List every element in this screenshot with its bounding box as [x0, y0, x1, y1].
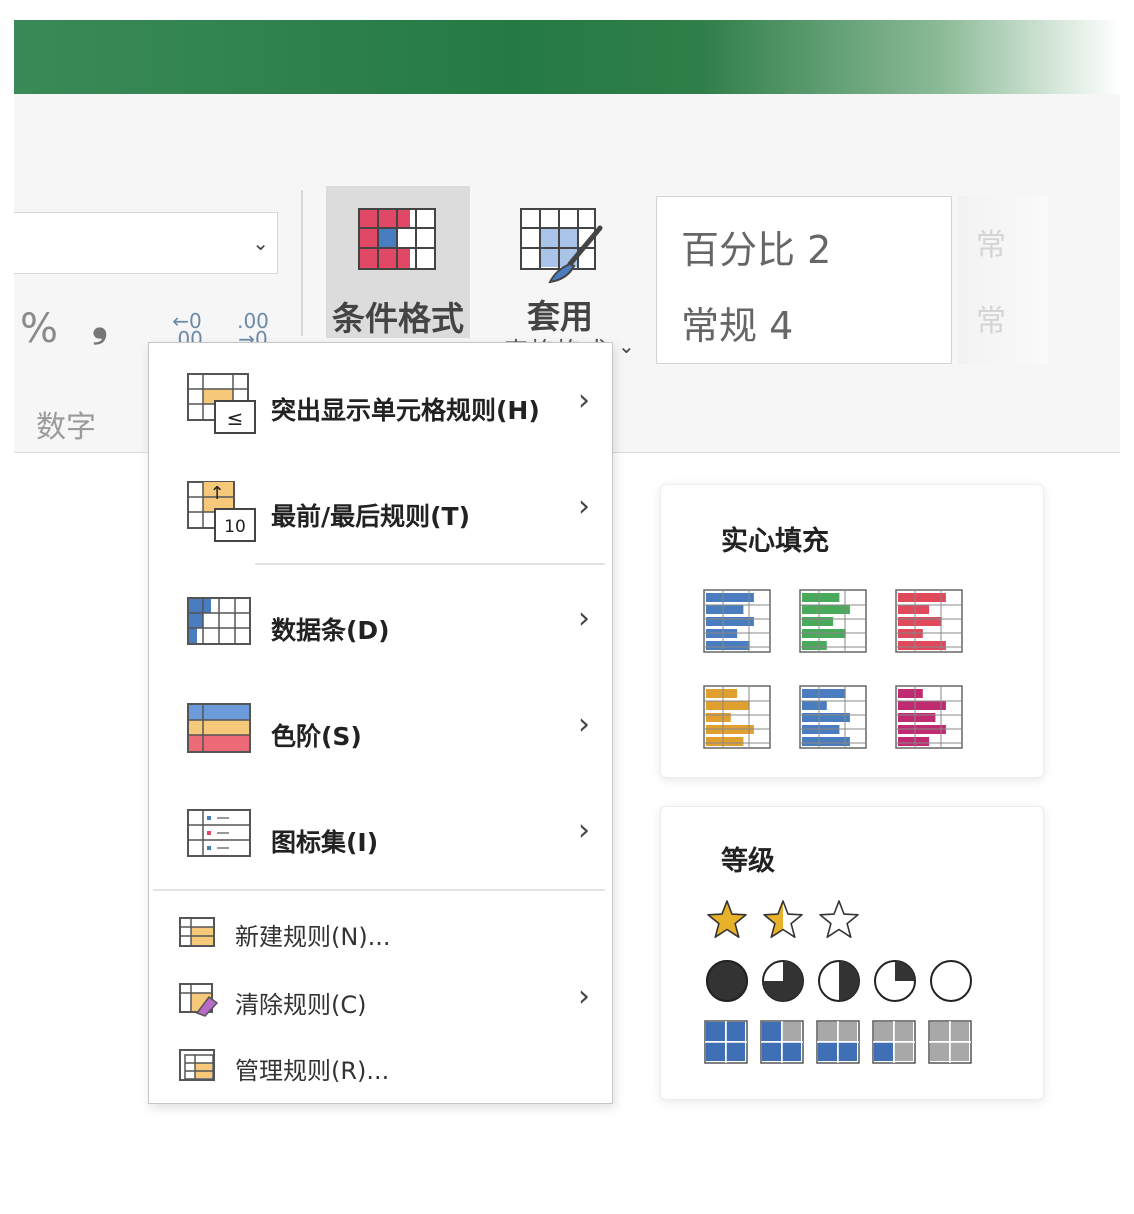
panel-title: 实心填充: [721, 526, 829, 557]
clear-rules-icon: [179, 983, 219, 1017]
percent-style-button[interactable]: %: [20, 306, 58, 352]
chevron-right-icon: ›: [578, 979, 590, 1014]
star-empty-icon[interactable]: [819, 900, 859, 939]
menu-item-label: 数据条(D): [271, 616, 390, 645]
menu-item-highlight-cells-rules[interactable]: ≤ 突出显示单元格规则(H) ›: [149, 361, 612, 451]
menu-item-label: 最前/最后规则(T): [271, 502, 471, 531]
chevron-down-icon: ⌄: [252, 231, 269, 255]
highlight-cells-icon: ≤: [187, 373, 256, 434]
ratings-panel: 等级: [660, 806, 1044, 1100]
menu-divider: [153, 889, 605, 891]
less-equal-icon: ≤: [227, 406, 244, 430]
data-bar-style-thumbnail[interactable]: [895, 685, 963, 749]
menu-item-label: 突出显示单元格规则(H): [271, 396, 540, 425]
conditional-formatting-icon: [358, 208, 436, 270]
top-bottom-icon: ↑ 10: [187, 481, 256, 542]
chevron-right-icon: ›: [578, 601, 590, 636]
menu-item-clear-rules[interactable]: 清除规则(C) ›: [149, 967, 612, 1033]
chevron-down-icon: ⌄: [618, 334, 635, 358]
menu-item-top-bottom-rules[interactable]: ↑ 10 最前/最后规则(T) ›: [149, 467, 612, 557]
ribbon-divider: [301, 190, 303, 336]
menu-item-data-bars[interactable]: 数据条(D) ›: [149, 583, 612, 673]
chevron-right-icon: ›: [578, 383, 590, 418]
manage-rules-icon: [179, 1049, 215, 1081]
menu-item-label: 色阶(S): [271, 722, 362, 751]
data-bar-style-thumbnail[interactable]: [799, 589, 867, 653]
menu-item-new-rule[interactable]: 新建规则(N)...: [149, 899, 612, 965]
panel-title: 等级: [721, 846, 775, 877]
number-format-select[interactable]: ⌄: [14, 212, 278, 274]
cell-styles-overflow: 常 常: [958, 196, 1048, 364]
menu-item-label: 清除规则(C): [235, 991, 367, 1019]
cell-style-item[interactable]: 百分比 2: [681, 219, 831, 274]
pie-empty-icon[interactable]: [930, 960, 972, 1002]
cell-style-ghost: 常: [976, 304, 1006, 339]
data-bars-panel: 实心填充: [660, 484, 1044, 778]
conditional-formatting-label: 条件格式: [332, 299, 464, 338]
new-rule-icon: [179, 917, 215, 947]
format-as-table-label: 套用: [527, 297, 593, 336]
menu-item-label: 新建规则(N)...: [235, 923, 391, 951]
menu-item-label: 图标集(I): [271, 828, 379, 857]
menu-item-label: 管理规则(R)...: [235, 1057, 390, 1085]
conditional-formatting-button[interactable]: 条件格式: [326, 186, 470, 338]
icon-sets-icon: [187, 809, 251, 857]
number-group-label: 数字: [36, 410, 96, 445]
chevron-right-icon: ›: [578, 707, 590, 742]
ratings-icon-sets: [704, 900, 972, 1064]
data-bar-style-thumbnail[interactable]: [895, 589, 963, 653]
arrow-up-icon: ↑: [209, 483, 224, 504]
menu-item-icon-sets[interactable]: 图标集(I) ›: [149, 795, 612, 885]
cell-style-item[interactable]: 常规 4: [681, 295, 793, 350]
star-full-icon[interactable]: [707, 900, 747, 939]
format-as-table-icon: [520, 208, 603, 284]
cell-style-ghost: 常: [976, 228, 1006, 263]
top-ten-icon: 10: [224, 517, 246, 537]
data-bar-style-thumbnail[interactable]: [703, 685, 771, 749]
comma-style-button[interactable]: ❟: [92, 300, 108, 346]
cell-styles-gallery[interactable]: 百分比 2 常规 4: [656, 196, 952, 364]
data-bar-style-thumbnail[interactable]: [703, 589, 771, 653]
format-as-table-button[interactable]: 套用 表格格式 ⌄: [480, 198, 640, 358]
chevron-right-icon: ›: [578, 489, 590, 524]
color-scales-icon: [187, 703, 251, 753]
star-half-icon[interactable]: [763, 900, 803, 939]
chevron-right-icon: ›: [578, 813, 590, 848]
title-bar: [14, 20, 1120, 94]
data-bars-icon: [187, 597, 251, 645]
conditional-formatting-menu: ≤ 突出显示单元格规则(H) › ↑ 10 最前/最后规则(T) › 数据条(D…: [148, 342, 613, 1104]
menu-divider: [255, 563, 605, 565]
menu-item-manage-rules[interactable]: 管理规则(R)...: [149, 1035, 612, 1101]
data-bar-style-thumbnail[interactable]: [799, 685, 867, 749]
menu-item-color-scales[interactable]: 色阶(S) ›: [149, 689, 612, 779]
